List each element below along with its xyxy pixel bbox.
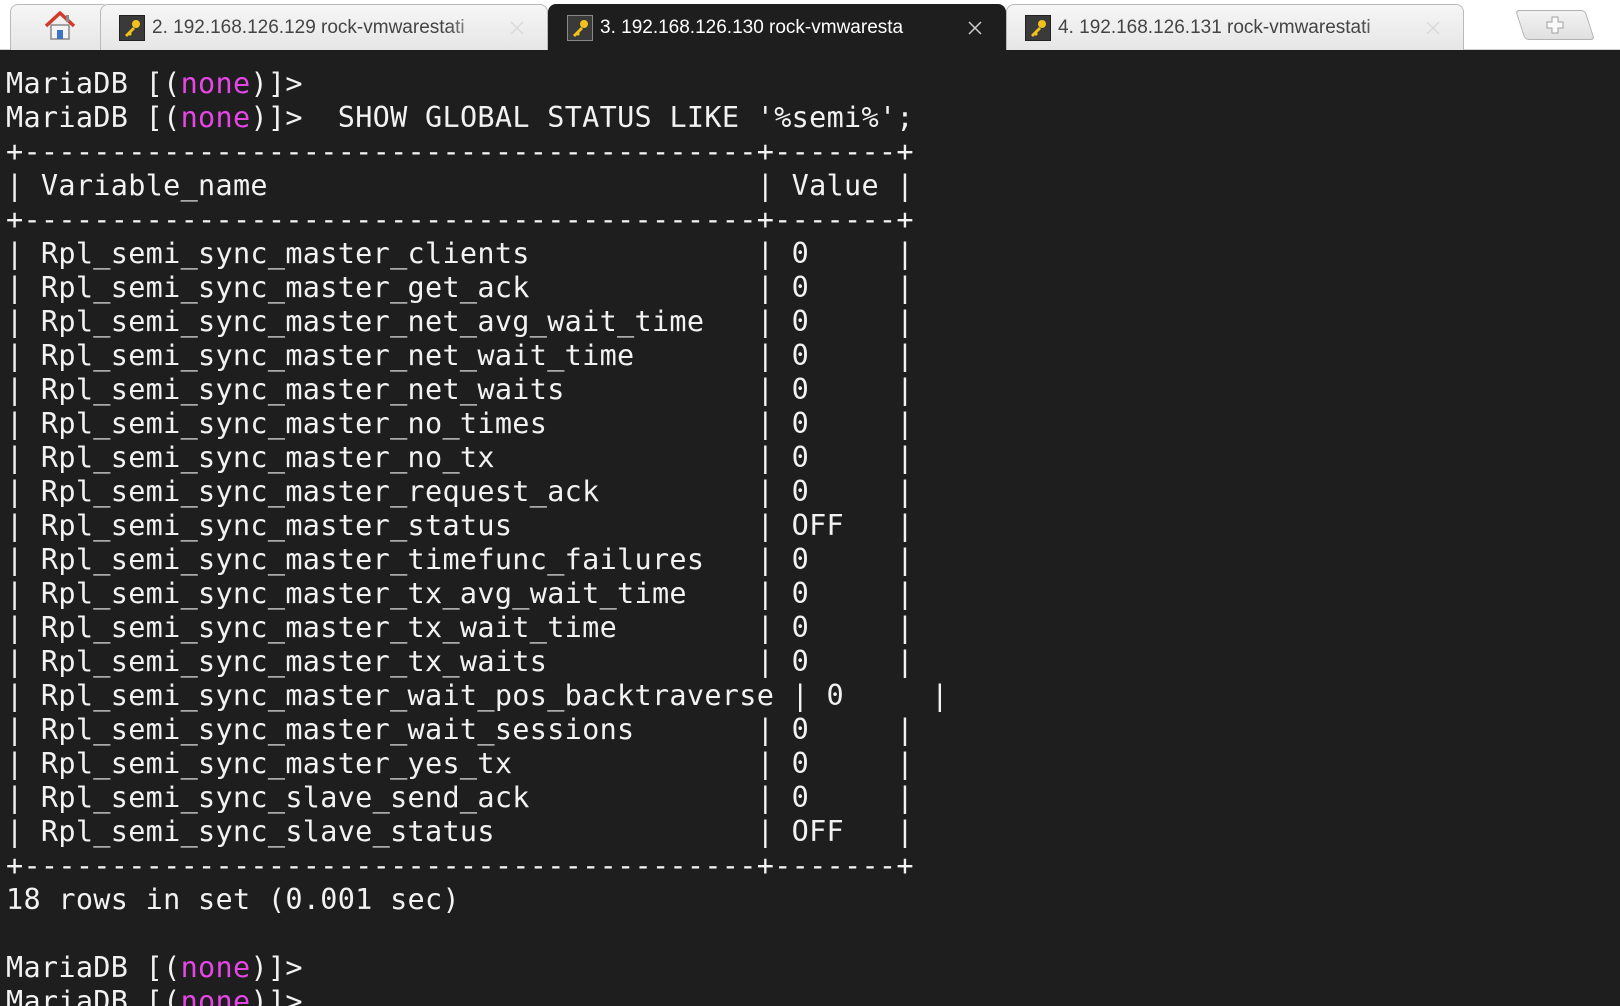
key-icon (567, 15, 593, 41)
table-border: +---------------------------------------… (6, 135, 914, 168)
prompt-db: none (180, 951, 251, 984)
tab-session-4[interactable]: 4. 192.168.126.131 rock-vmwarestati (1006, 4, 1464, 50)
table-row: | Rpl_semi_sync_master_net_wait_time | 0… (6, 339, 914, 372)
prompt-line: MariaDB [(none)]> (6, 951, 1620, 985)
table-row: | Rpl_semi_sync_master_no_times | 0 | (6, 407, 914, 440)
close-icon[interactable] (1423, 18, 1443, 38)
prompt-text: )]> (250, 951, 303, 984)
table-row: | Rpl_semi_sync_master_net_avg_wait_time… (6, 305, 914, 338)
new-tab-button[interactable] (1515, 10, 1595, 40)
table-row: | Rpl_semi_sync_master_status | OFF | (6, 509, 914, 542)
table-row: | Rpl_semi_sync_master_tx_wait_time | 0 … (6, 611, 914, 644)
table-row: | Rpl_semi_sync_master_get_ack | 0 | (6, 271, 914, 304)
key-icon (1025, 14, 1051, 41)
table-row: | Rpl_semi_sync_master_clients | 0 | (6, 237, 914, 270)
close-icon[interactable] (965, 18, 985, 38)
tab-session-2[interactable]: 2. 192.168.126.129 rock-vmwarestati (100, 4, 548, 50)
table-row: | Rpl_semi_sync_master_tx_waits | 0 | (6, 645, 914, 678)
table-row: | Rpl_semi_sync_master_wait_pos_backtrav… (6, 679, 949, 712)
key-icon (119, 14, 145, 41)
prompt-text: MariaDB [( (6, 67, 181, 100)
table-row: | Rpl_semi_sync_master_yes_tx | 0 | (6, 747, 914, 780)
prompt-db: none (180, 67, 251, 100)
table-row: | Rpl_semi_sync_master_net_waits | 0 | (6, 373, 914, 406)
command-text: SHOW GLOBAL STATUS LIKE '%semi%'; (302, 101, 914, 134)
table-row: | Rpl_semi_sync_slave_status | OFF | (6, 815, 914, 848)
table-row: | Rpl_semi_sync_master_request_ack | 0 | (6, 475, 914, 508)
prompt-text: MariaDB [( (6, 985, 181, 1006)
prompt-db: none (180, 985, 251, 1006)
home-tab[interactable] (10, 4, 110, 50)
table-row: | Rpl_semi_sync_master_tx_avg_wait_time … (6, 577, 914, 610)
table-border: +---------------------------------------… (6, 203, 914, 236)
table-row: | Rpl_semi_sync_slave_send_ack | 0 | (6, 781, 914, 814)
prompt-line: MariaDB [(none)]> (6, 985, 1620, 1006)
prompt-line: MariaDB [(none)]> (6, 67, 1620, 101)
tab-label: 4. 192.168.126.131 rock-vmwarestati (1058, 16, 1371, 38)
table-row: | Rpl_semi_sync_master_timefunc_failures… (6, 543, 914, 576)
tab-label: 3. 192.168.126.130 rock-vmwaresta (600, 17, 904, 38)
table-header: | Variable_name | Value | (6, 169, 914, 202)
result-summary: 18 rows in set (0.001 sec) (6, 883, 460, 916)
command-line: MariaDB [(none)]> SHOW GLOBAL STATUS LIK… (6, 101, 1620, 135)
tab-label: 2. 192.168.126.129 rock-vmwarestati (152, 16, 465, 38)
prompt-text: )]> (250, 985, 303, 1006)
tab-bar: 2. 192.168.126.129 rock-vmwarestati 3. 1… (0, 0, 1620, 51)
prompt-db: none (180, 101, 251, 134)
table-row: | Rpl_semi_sync_master_no_tx | 0 | (6, 441, 914, 474)
close-icon[interactable] (507, 18, 527, 38)
home-icon (43, 10, 77, 46)
prompt-text: MariaDB [( (6, 101, 181, 134)
tab-session-3[interactable]: 3. 192.168.126.130 rock-vmwaresta (548, 4, 1006, 51)
prompt-text: )]> (250, 101, 303, 134)
plus-icon (1546, 16, 1564, 34)
terminal-output[interactable]: MariaDB [(none)]> MariaDB [(none)]> SHOW… (0, 51, 1620, 1006)
prompt-text: )]> (250, 67, 303, 100)
table-row: | Rpl_semi_sync_master_wait_sessions | 0… (6, 713, 914, 746)
prompt-text: MariaDB [( (6, 951, 181, 984)
table-border: +---------------------------------------… (6, 849, 914, 882)
